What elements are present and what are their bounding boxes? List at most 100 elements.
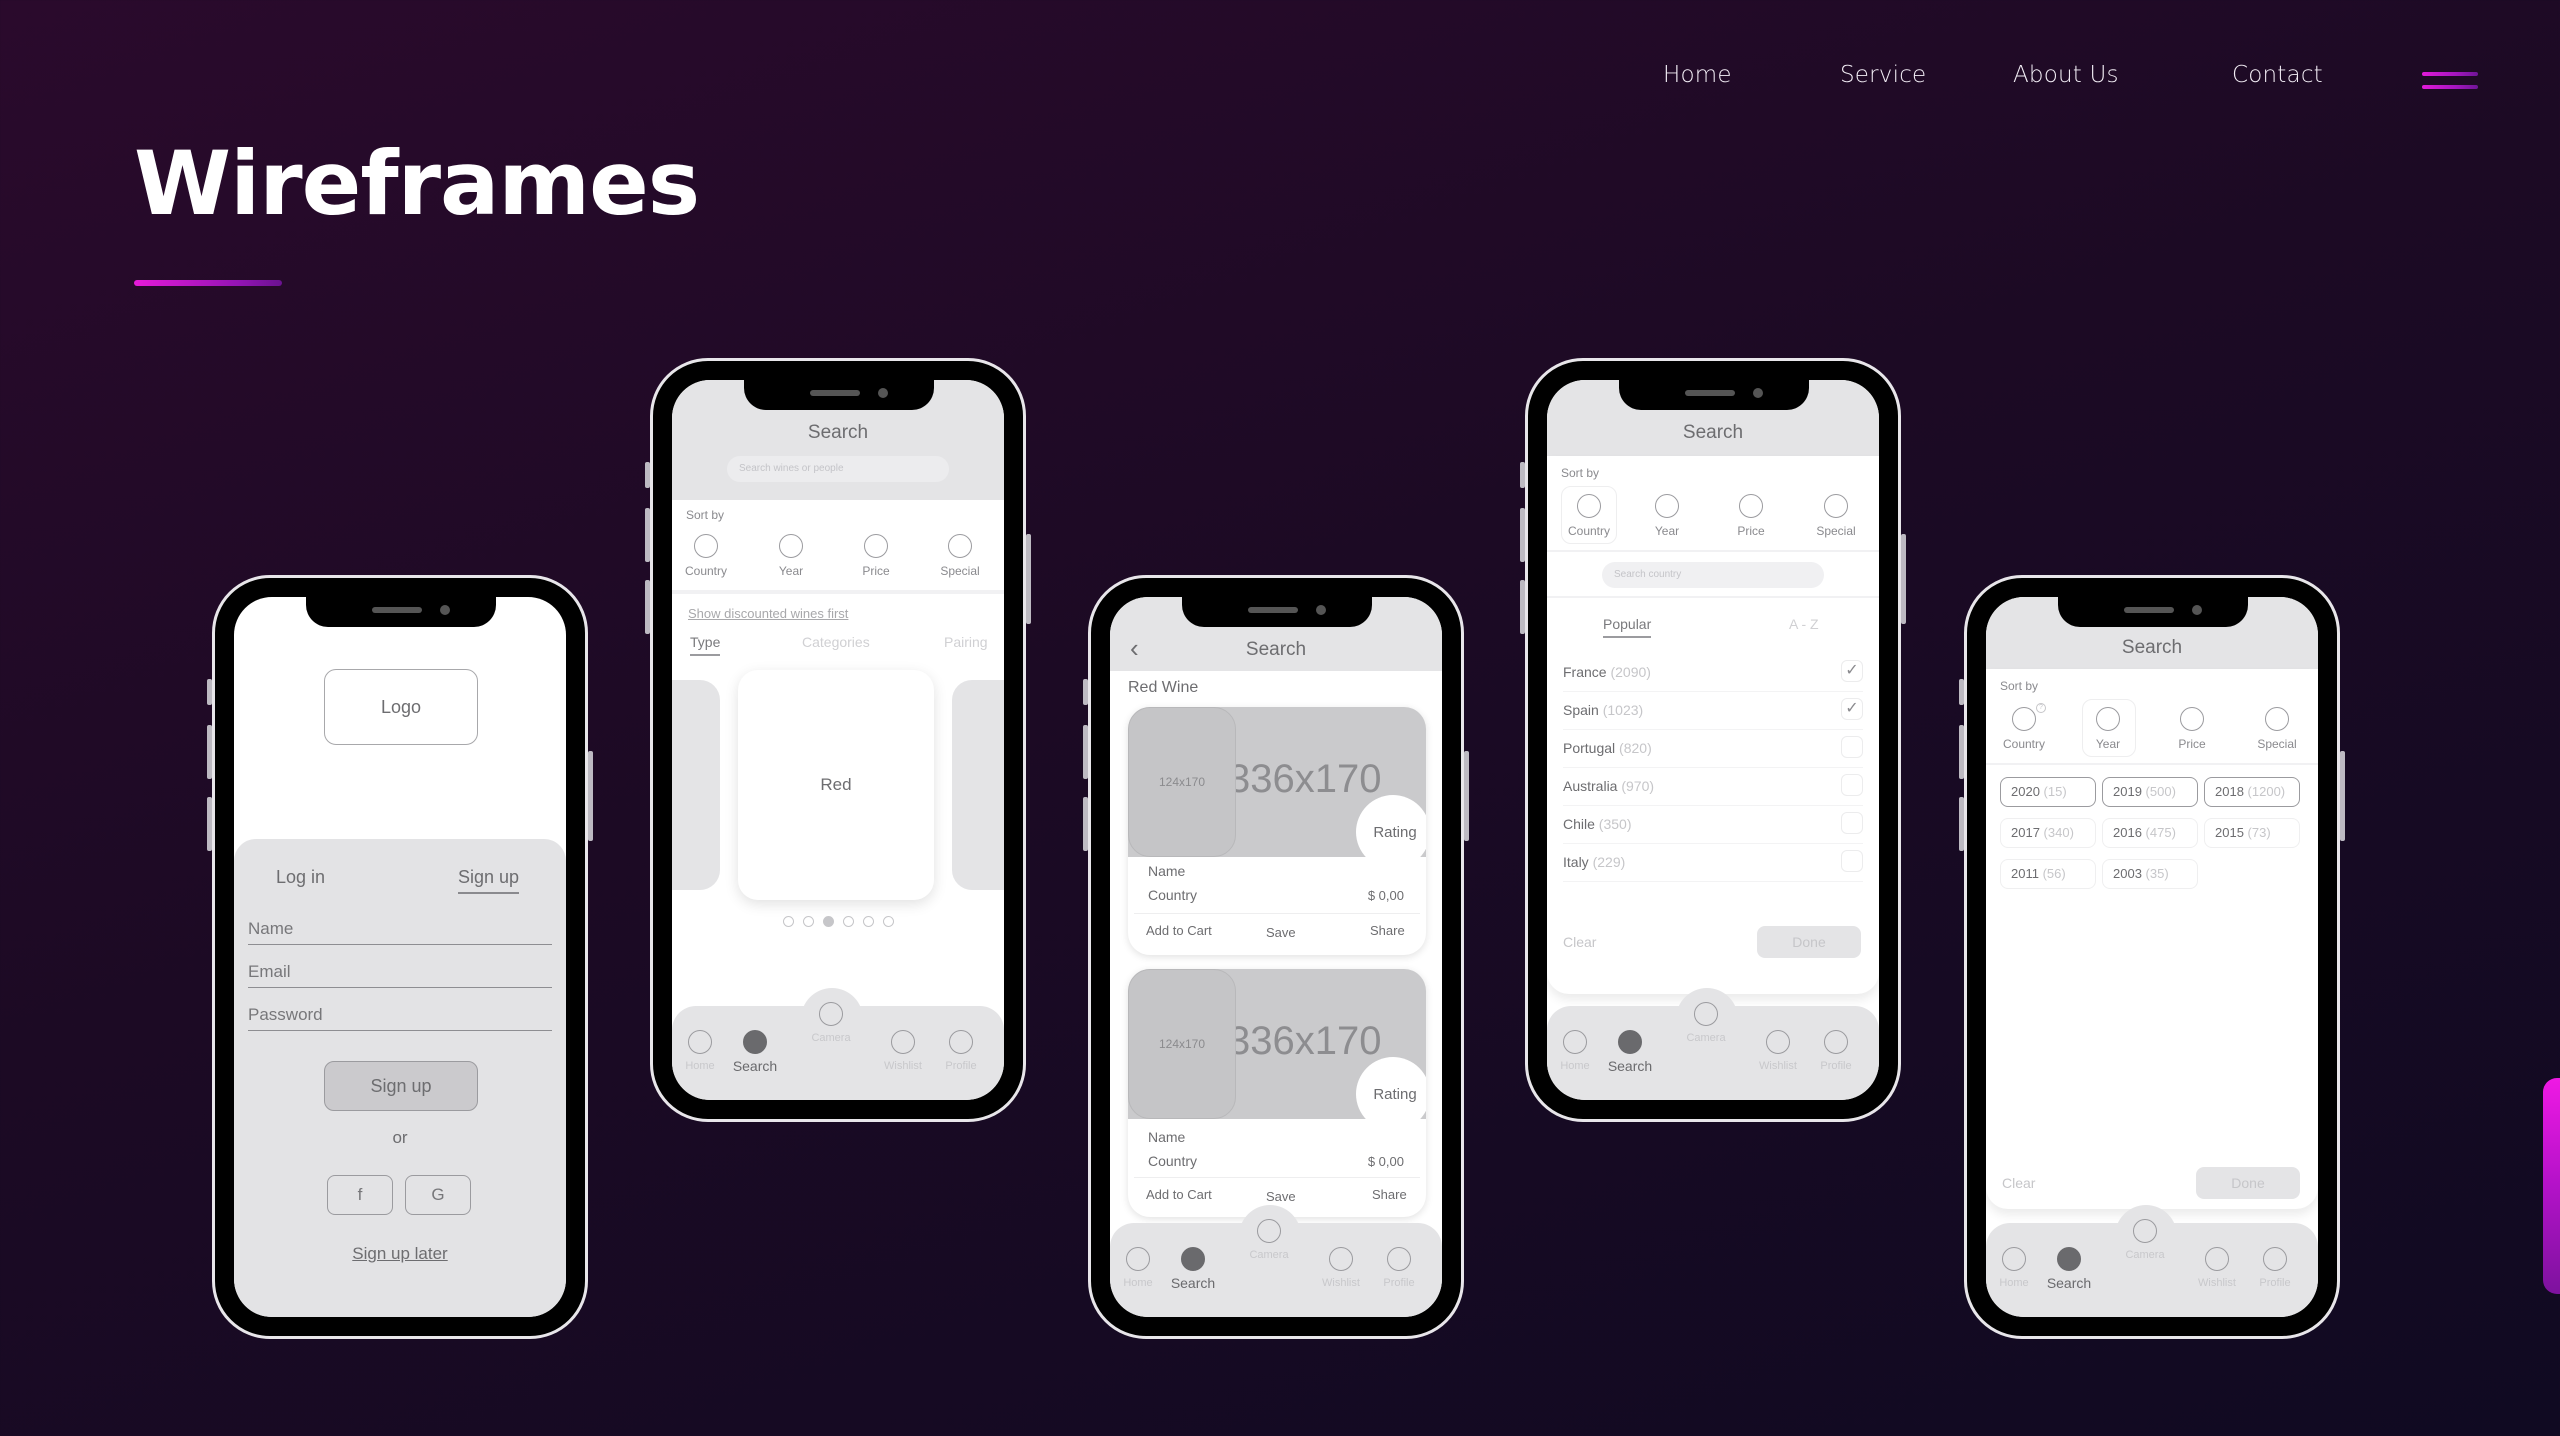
tab-log-in[interactable]: Log in: [276, 867, 325, 888]
facebook-login-button[interactable]: f: [327, 1175, 393, 1215]
checkbox-checked[interactable]: ✓: [1841, 698, 1863, 720]
clear-button[interactable]: Clear: [2002, 1175, 2035, 1191]
tab-search-label[interactable]: Search: [2034, 1275, 2104, 1291]
checkbox[interactable]: [1841, 774, 1863, 796]
sort-year-radio[interactable]: [779, 534, 803, 558]
tab-categories[interactable]: Categories: [802, 634, 870, 650]
wishlist-tab-icon[interactable]: [1329, 1247, 1353, 1271]
sort-year-radio[interactable]: [1655, 494, 1679, 518]
search-tab-icon[interactable]: [2057, 1247, 2081, 1271]
checkbox[interactable]: [1841, 736, 1863, 758]
sort-special-radio[interactable]: [2265, 707, 2289, 731]
done-button[interactable]: Done: [2196, 1167, 2300, 1199]
search-tab-icon[interactable]: [743, 1030, 767, 1054]
camera-tab-icon[interactable]: [1694, 1002, 1718, 1026]
profile-tab-icon[interactable]: [1387, 1247, 1411, 1271]
home-tab-icon[interactable]: [1563, 1030, 1587, 1054]
tab-search-label[interactable]: Search: [1158, 1275, 1228, 1291]
hamburger-menu-icon[interactable]: [2422, 72, 2478, 90]
tab-search-label[interactable]: Search: [1595, 1058, 1665, 1074]
country-row[interactable]: France (2090) ✓: [1563, 654, 1863, 692]
camera-tab-icon[interactable]: [1257, 1219, 1281, 1243]
tab-camera-label[interactable]: Camera: [2110, 1249, 2180, 1261]
checkbox[interactable]: [1841, 812, 1863, 834]
carousel-next-card[interactable]: [952, 680, 1004, 890]
camera-tab-icon[interactable]: [819, 1002, 843, 1026]
share-button[interactable]: Share: [1372, 1187, 1407, 1202]
tab-camera-label[interactable]: Camera: [1234, 1249, 1304, 1261]
add-to-cart-button[interactable]: Add to Cart: [1146, 1187, 1212, 1202]
email-field[interactable]: Email: [248, 958, 552, 988]
year-chip[interactable]: 2017 (340): [2000, 818, 2096, 848]
page-dot[interactable]: [802, 916, 814, 927]
year-chip[interactable]: 2003 (35): [2102, 859, 2198, 889]
tab-sign-up[interactable]: Sign up: [458, 867, 520, 894]
tab-popular[interactable]: Popular: [1603, 616, 1652, 638]
year-chip[interactable]: 2019 (500): [2102, 777, 2198, 807]
save-button[interactable]: Save: [1266, 1189, 1296, 1204]
camera-tab-icon[interactable]: [2133, 1219, 2157, 1243]
nav-contact-link[interactable]: Contact: [2232, 62, 2323, 88]
year-chip[interactable]: 2011 (56): [2000, 859, 2096, 889]
country-row[interactable]: Portugal (820): [1563, 730, 1863, 768]
show-discounted-link[interactable]: Show discounted wines first: [688, 606, 848, 621]
tab-profile-label[interactable]: Profile: [1801, 1060, 1871, 1072]
country-row[interactable]: Chile (350): [1563, 806, 1863, 844]
checkbox[interactable]: [1841, 850, 1863, 872]
sort-country-radio[interactable]: [694, 534, 718, 558]
nav-home-link[interactable]: Home: [1663, 62, 1732, 88]
year-chip[interactable]: 2018 (1200): [2204, 777, 2300, 807]
save-button[interactable]: Save: [1266, 925, 1296, 940]
page-dot[interactable]: [842, 916, 854, 927]
search-tab-icon[interactable]: [1181, 1247, 1205, 1271]
wishlist-tab-icon[interactable]: [2205, 1247, 2229, 1271]
side-scroll-tab[interactable]: [2543, 1078, 2560, 1294]
page-dot-active[interactable]: [822, 916, 834, 927]
page-dot[interactable]: [862, 916, 874, 927]
done-button[interactable]: Done: [1757, 926, 1861, 958]
country-row[interactable]: Italy (229): [1563, 844, 1863, 882]
sort-special-radio[interactable]: [1824, 494, 1848, 518]
search-input[interactable]: Search wines or people: [727, 456, 949, 482]
checkbox-checked[interactable]: ✓: [1841, 660, 1863, 682]
sign-up-button[interactable]: Sign up: [324, 1061, 478, 1111]
tab-profile-label[interactable]: Profile: [1364, 1277, 1434, 1289]
home-tab-icon[interactable]: [2002, 1247, 2026, 1271]
country-row[interactable]: Australia (970): [1563, 768, 1863, 806]
sort-price-radio[interactable]: [864, 534, 888, 558]
tab-pairing[interactable]: Pairing: [944, 634, 988, 650]
share-button[interactable]: Share: [1370, 923, 1405, 938]
nav-service-link[interactable]: Service: [1840, 62, 1926, 88]
add-to-cart-button[interactable]: Add to Cart: [1146, 923, 1212, 938]
tab-a-z[interactable]: A - Z: [1789, 616, 1819, 632]
sort-year-radio[interactable]: [2096, 707, 2120, 731]
sort-country-radio[interactable]: [1577, 494, 1601, 518]
tab-type[interactable]: Type: [690, 634, 721, 656]
carousel-card-red[interactable]: Red: [738, 670, 934, 900]
sort-price-radio[interactable]: [1739, 494, 1763, 518]
page-dot[interactable]: [782, 916, 794, 927]
product-card[interactable]: 336x170 124x170 Rating Name Country $ 0,…: [1128, 707, 1426, 955]
home-tab-icon[interactable]: [1126, 1247, 1150, 1271]
clear-button[interactable]: Clear: [1563, 934, 1596, 950]
nav-about-link[interactable]: About Us: [2013, 62, 2119, 88]
profile-tab-icon[interactable]: [949, 1030, 973, 1054]
sort-country-radio[interactable]: [2012, 707, 2036, 731]
page-dot[interactable]: [882, 916, 894, 927]
profile-tab-icon[interactable]: [1824, 1030, 1848, 1054]
country-row[interactable]: Spain (1023) ✓: [1563, 692, 1863, 730]
year-chip[interactable]: 2020 (15): [2000, 777, 2096, 807]
wishlist-tab-icon[interactable]: [1766, 1030, 1790, 1054]
country-search-input[interactable]: Search country: [1602, 562, 1824, 588]
google-login-button[interactable]: G: [405, 1175, 471, 1215]
password-field[interactable]: Password: [248, 1001, 552, 1031]
name-field[interactable]: Name: [248, 915, 552, 945]
sort-special-radio[interactable]: [948, 534, 972, 558]
info-icon[interactable]: ?: [2036, 703, 2046, 713]
product-card[interactable]: 336x170 124x170 Rating Name Country $ 0,…: [1128, 969, 1426, 1217]
wishlist-tab-icon[interactable]: [891, 1030, 915, 1054]
tab-camera-label[interactable]: Camera: [1671, 1032, 1741, 1044]
search-tab-icon[interactable]: [1618, 1030, 1642, 1054]
year-chip[interactable]: 2016 (475): [2102, 818, 2198, 848]
home-tab-icon[interactable]: [688, 1030, 712, 1054]
